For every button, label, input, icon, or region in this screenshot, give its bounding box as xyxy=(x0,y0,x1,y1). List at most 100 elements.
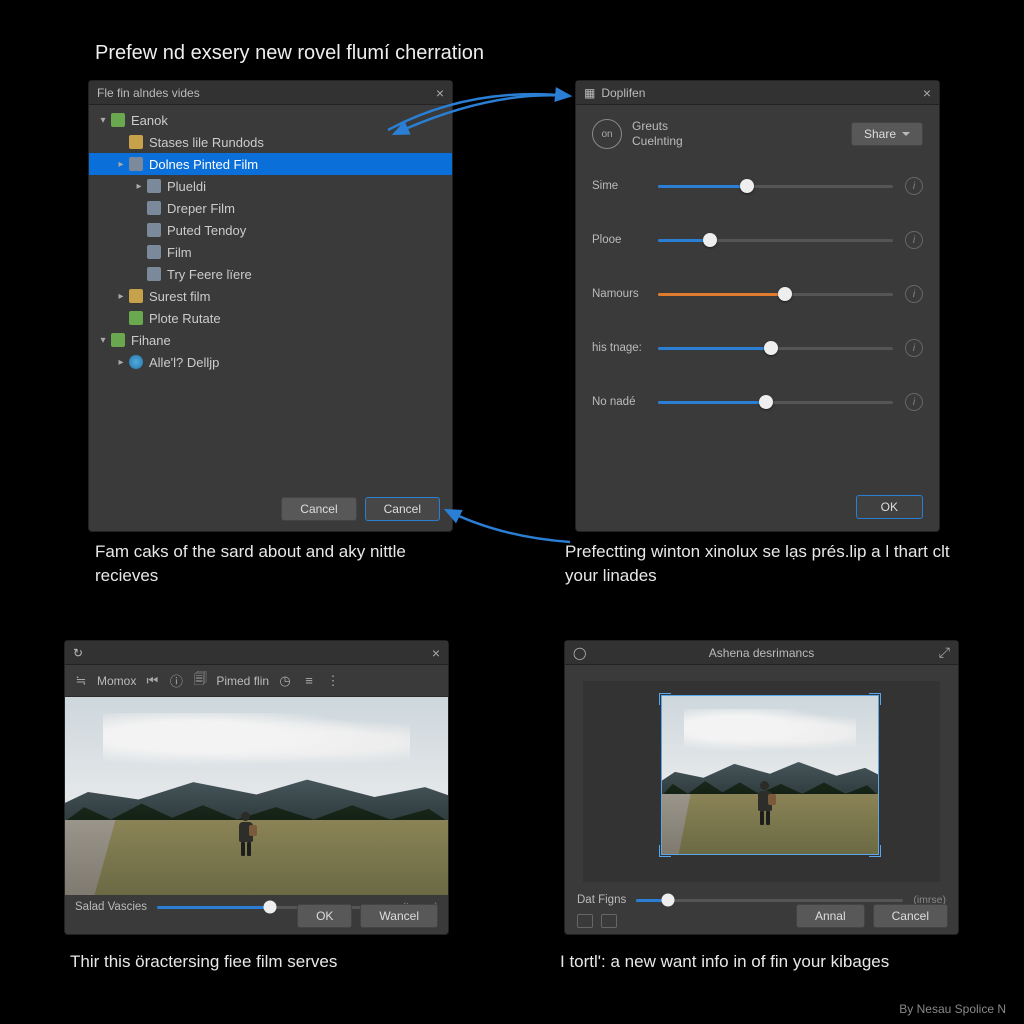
tree-item[interactable]: Dreper Film xyxy=(89,197,452,219)
tree-item[interactable]: Film xyxy=(89,241,452,263)
item-icon xyxy=(129,135,143,149)
clock-icon[interactable]: ◷ xyxy=(277,673,293,689)
close-icon[interactable]: × xyxy=(436,85,444,101)
item-label: Fihane xyxy=(131,333,171,348)
refresh-icon[interactable]: ↻ xyxy=(73,646,83,660)
slider-label: Sime xyxy=(592,180,654,192)
slider[interactable] xyxy=(658,401,893,404)
crop-handle-bl[interactable] xyxy=(659,845,671,857)
tree-item[interactable]: ▸ Dolnes Pinted Film xyxy=(89,153,452,175)
titlebar: ↻ × xyxy=(65,641,448,665)
file-tree: ▾ Eanok Stases lile Rundods ▸ Dolnes Pinted … xyxy=(89,105,452,377)
caption-1: Fam caks of the sard about and aky nittl… xyxy=(95,540,455,588)
list-icon[interactable]: ≡ xyxy=(301,673,317,689)
item-icon xyxy=(111,113,125,127)
item-icon xyxy=(129,289,143,303)
close-icon[interactable]: × xyxy=(923,85,931,101)
tree-item[interactable]: ▸ Plueldi xyxy=(89,175,452,197)
file-browser-panel: Fle fin alndes vides × ▾ Eanok Stases lile… xyxy=(88,80,453,532)
crop-slider[interactable] xyxy=(636,899,903,902)
item-label: Plueldi xyxy=(167,179,206,194)
item-icon xyxy=(129,311,143,325)
item-icon xyxy=(129,157,143,171)
disclosure-icon[interactable]: ▸ xyxy=(115,159,127,170)
item-label: Plote Rutate xyxy=(149,311,221,326)
disclosure-icon[interactable]: ▾ xyxy=(97,115,109,126)
tree-item[interactable]: ▸ Surest film xyxy=(89,285,452,307)
tree-item[interactable]: Plote Rutate xyxy=(89,307,452,329)
disclosure-icon[interactable]: ▸ xyxy=(133,181,145,192)
slider-label: Namours xyxy=(592,288,654,300)
toolbar: ≒ Momox ⏮ ⓘ 🗐 Pimed flin ◷ ≡ ⋮ xyxy=(65,665,448,697)
toolbar-label-2: Pimed flin xyxy=(216,674,269,688)
slider[interactable] xyxy=(658,239,893,242)
disclosure-icon[interactable]: ▸ xyxy=(115,357,127,368)
slider[interactable] xyxy=(658,185,893,188)
slider-label: Salad Vascies xyxy=(75,901,147,913)
mode-icon: on xyxy=(592,119,622,149)
item-icon xyxy=(147,267,161,281)
tree-item[interactable]: ▾ Fihane xyxy=(89,329,452,351)
item-label: Surest film xyxy=(149,289,210,304)
ok-button[interactable]: OK xyxy=(297,904,352,928)
panel-icon: ▦ xyxy=(584,86,595,100)
item-icon xyxy=(147,245,161,259)
crop-selection[interactable] xyxy=(661,695,879,855)
tree-item[interactable]: ▾ Eanok xyxy=(89,109,452,131)
ok-button[interactable]: OK xyxy=(856,495,923,519)
crop-handle-tr[interactable] xyxy=(869,693,881,705)
disclosure-icon[interactable]: ▸ xyxy=(115,291,127,302)
crop-handle-tl[interactable] xyxy=(659,693,671,705)
disclosure-icon[interactable]: ▾ xyxy=(97,335,109,346)
slider[interactable] xyxy=(658,293,893,296)
item-icon xyxy=(147,179,161,193)
expand-icon[interactable]: ⤢ xyxy=(939,644,950,661)
crop-stage[interactable] xyxy=(583,681,940,882)
crop-handle-br[interactable] xyxy=(869,845,881,857)
apply-button[interactable]: Annal xyxy=(796,904,865,928)
cancel-button[interactable]: Cancel xyxy=(281,497,356,521)
item-label: Alle'l? Delljp xyxy=(149,355,219,370)
image-preview xyxy=(65,697,448,895)
crop-panel: ◯ Ashena desrimancs ⤢ Dat Figns (imrse) … xyxy=(564,640,959,935)
info-icon[interactable]: i xyxy=(905,285,923,303)
close-icon[interactable]: × xyxy=(432,645,440,661)
item-label: Eanok xyxy=(131,113,168,128)
info-icon[interactable]: i xyxy=(905,177,923,195)
tool-icon[interactable]: ≒ xyxy=(73,673,89,689)
share-dropdown[interactable]: Share xyxy=(851,122,923,146)
info-icon[interactable]: i xyxy=(905,339,923,357)
doc-icon[interactable]: 🗐 xyxy=(192,673,208,689)
slider[interactable] xyxy=(658,347,893,350)
item-label: Puted Tendoy xyxy=(167,223,246,238)
panel-title: Doplifen xyxy=(601,86,645,100)
tree-item[interactable]: ▸ Alle'l? Delljp xyxy=(89,351,452,373)
item-label: Stases lile Rundods xyxy=(149,135,264,150)
cancel-button[interactable]: Cancel xyxy=(873,904,948,928)
settings-panel: ▦ Doplifen × on GreutsCuelnting Share Si… xyxy=(575,80,940,532)
play-icon[interactable]: ⓘ xyxy=(168,673,184,689)
titlebar: ▦ Doplifen × xyxy=(576,81,939,105)
settings-icon[interactable]: ⋮ xyxy=(325,673,341,689)
slider-label: Dat Figns xyxy=(577,894,626,906)
item-label: Dolnes Pinted Film xyxy=(149,157,258,172)
prev-icon[interactable]: ⏮ xyxy=(144,673,160,689)
titlebar: ◯ Ashena desrimancs ⤢ xyxy=(565,641,958,665)
cancel-button-primary[interactable]: Cancel xyxy=(365,497,440,521)
tree-item[interactable]: Puted Tendoy xyxy=(89,219,452,241)
slider-label: No nadé xyxy=(592,396,654,408)
caption-4: I tortl': a new want info in of fin your… xyxy=(560,950,980,974)
mode-icon[interactable]: ◯ xyxy=(573,646,586,660)
tree-item[interactable]: Try Feere lïere xyxy=(89,263,452,285)
info-icon[interactable]: i xyxy=(905,393,923,411)
cancel-button[interactable]: Wancel xyxy=(360,904,438,928)
titlebar: Fle fin alndes vides × xyxy=(89,81,452,105)
item-icon xyxy=(111,333,125,347)
lock-icon[interactable] xyxy=(601,914,617,928)
tree-item[interactable]: Stases lile Rundods xyxy=(89,131,452,153)
info-icon[interactable]: i xyxy=(905,231,923,249)
byline: By Nesau Spolice N xyxy=(899,1002,1006,1016)
item-icon xyxy=(129,355,143,369)
panel-title: Ashena desrimancs xyxy=(709,646,814,660)
aspect-icon[interactable] xyxy=(577,914,593,928)
